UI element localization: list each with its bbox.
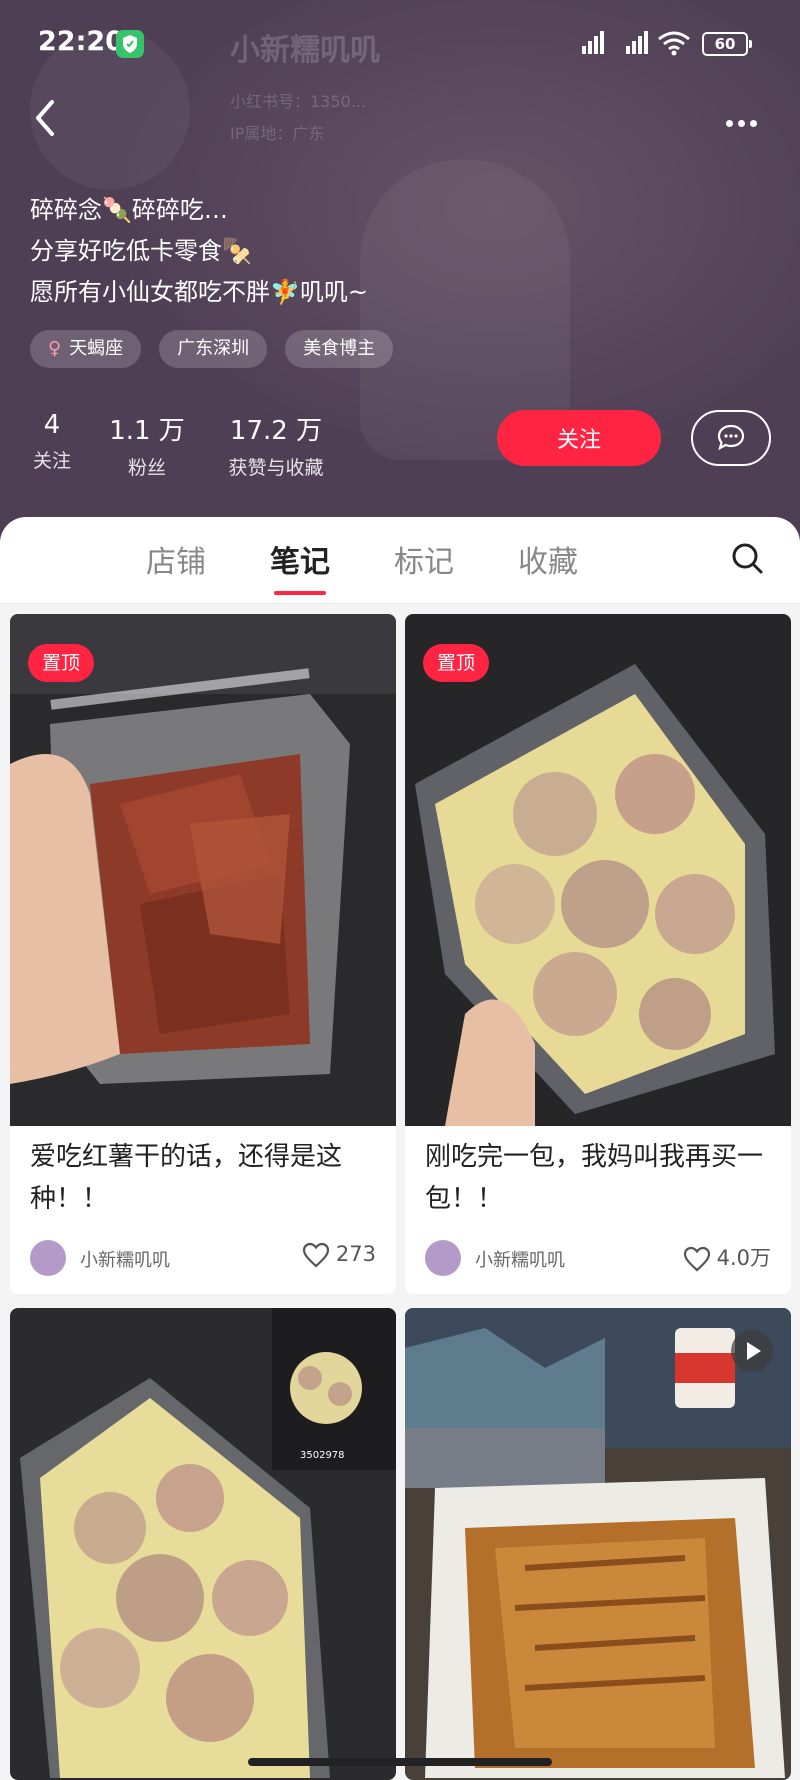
note-thumbnail[interactable] <box>405 1308 791 1780</box>
message-button[interactable] <box>691 410 771 466</box>
like-count-value: 4.0万 <box>716 1246 771 1270</box>
signal-icon <box>582 31 604 54</box>
tab-shop[interactable]: 店铺 <box>146 537 206 581</box>
faded-user-id: 小红书号：1350... <box>230 92 366 111</box>
tag-label: 天蝎座 <box>69 338 124 359</box>
bio-line: 碎碎念🍡碎碎吃… <box>30 196 228 224</box>
follow-button[interactable]: 关注 <box>497 410 661 466</box>
author-avatar[interactable] <box>30 1240 66 1276</box>
stat-label: 粉丝 <box>127 457 166 479</box>
faded-ip-location: IP属地：广东 <box>230 124 325 143</box>
note-thumbnail[interactable]: 置顶 <box>405 614 791 1126</box>
author-avatar[interactable] <box>425 1240 461 1276</box>
profile-bio: 碎碎念🍡碎碎吃… 分享好吃低卡零食🍢 愿所有小仙女都吃不胖🧚叽叽~ <box>30 190 368 313</box>
note-thumbnail[interactable]: 置顶 <box>10 614 396 1126</box>
heart-icon <box>683 1246 710 1272</box>
back-arrow-icon[interactable] <box>30 96 60 140</box>
bio-line: 愿所有小仙女都吃不胖🧚叽叽~ <box>30 278 368 306</box>
views-count: 3502978 <box>300 1450 345 1461</box>
author-name[interactable]: 小新糯叽叽 <box>475 1246 565 1272</box>
tab-marked[interactable]: 标记 <box>394 537 454 581</box>
video-play-icon <box>731 1330 773 1372</box>
stat-label: 关注 <box>32 450 71 472</box>
stat-value: 4 <box>43 410 61 440</box>
stat-followers[interactable]: 1.1 万 粉丝 <box>106 410 188 480</box>
photo-vacuum-pack-closeup: 3502978 <box>10 1308 396 1780</box>
tag-category: 美食博主 <box>285 330 394 368</box>
profile-tabs: 店铺 笔记 标记 收藏 <box>0 517 800 604</box>
note-card[interactable] <box>405 1308 791 1780</box>
clock: 22:20 <box>38 26 124 57</box>
stat-value: 17.2 万 <box>229 416 323 446</box>
search-icon[interactable] <box>730 541 764 575</box>
note-meta: 小新糯叽叽 273 <box>10 1224 396 1294</box>
notes-feed: 置顶 爱吃红薯干的话，还得是这种！！ 小新糯叽叽 273 置顶 刚吃完一包，我妈… <box>0 604 800 1780</box>
photo-sweet-potato-jerky <box>10 614 396 1126</box>
stat-likes-collects[interactable]: 17.2 万 获赞与收藏 <box>220 410 332 480</box>
stat-label: 获赞与收藏 <box>228 457 324 479</box>
more-options-icon[interactable] <box>726 112 766 127</box>
author-name[interactable]: 小新糯叽叽 <box>80 1246 170 1272</box>
status-bar: 22:20 60 <box>0 22 800 66</box>
note-card[interactable]: 置顶 刚吃完一包，我妈叫我再买一包！！ 小新糯叽叽 4.0万 <box>405 614 791 1294</box>
profile-tags: ♀ 天蝎座 广东深圳 美食博主 <box>30 330 394 368</box>
female-icon: ♀ <box>48 338 62 359</box>
photo-sweet-potato-fries <box>405 1308 791 1780</box>
tab-collections[interactable]: 收藏 <box>518 537 578 581</box>
note-title: 刚吃完一包，我妈叫我再买一包！！ <box>425 1142 764 1214</box>
wifi-icon <box>658 31 690 56</box>
note-meta: 小新糯叽叽 4.0万 <box>405 1224 791 1294</box>
battery-indicator: 60 <box>702 32 752 56</box>
heart-icon <box>302 1242 330 1268</box>
home-indicator <box>248 1758 552 1766</box>
signal-icon-2 <box>626 31 648 54</box>
note-card[interactable]: 置顶 爱吃红薯干的话，还得是这种！！ 小新糯叽叽 273 <box>10 614 396 1294</box>
photo-vacuum-pack-snacks <box>405 614 791 1126</box>
note-thumbnail[interactable]: 3502978 <box>10 1308 396 1780</box>
tag-location: 广东深圳 <box>159 330 268 368</box>
bio-line: 分享好吃低卡零食🍢 <box>30 237 252 265</box>
pinned-badge: 置顶 <box>423 644 490 682</box>
shield-icon <box>116 30 144 58</box>
like-count-value: 273 <box>335 1242 376 1266</box>
tag-zodiac: ♀ 天蝎座 <box>30 330 142 368</box>
pinned-badge: 置顶 <box>28 644 95 682</box>
stat-value: 1.1 万 <box>109 416 185 446</box>
note-title: 爱吃红薯干的话，还得是这种！！ <box>30 1142 343 1214</box>
stat-following[interactable]: 4 关注 <box>30 410 74 473</box>
tab-notes[interactable]: 笔记 <box>270 537 330 595</box>
like-count[interactable]: 273 <box>302 1242 376 1268</box>
note-card[interactable]: 3502978 <box>10 1308 396 1780</box>
like-count[interactable]: 4.0万 <box>683 1242 771 1272</box>
chat-icon <box>717 424 745 450</box>
profile-header: 小新糯叽叽 小红书号：1350... IP属地：广东 22:20 60 碎碎念🍡… <box>0 0 800 545</box>
